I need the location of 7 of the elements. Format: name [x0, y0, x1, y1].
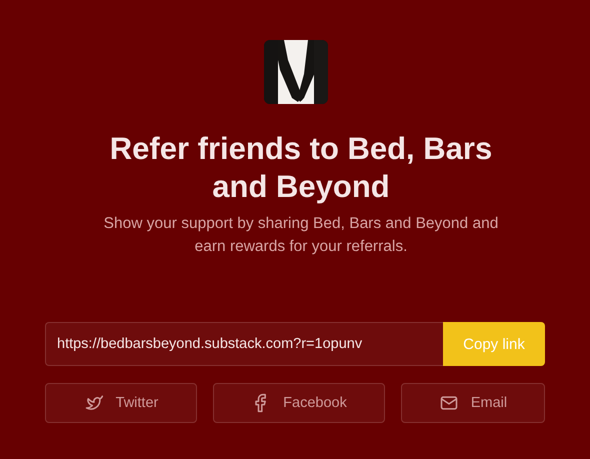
share-button[interactable]: Twitter — [45, 383, 197, 423]
page-subtitle: Show your support by sharing Bed, Bars and Beyond and earn rewards for your referrals. — [102, 214, 500, 257]
share-button[interactable]: Email — [401, 383, 545, 423]
share-button[interactable]: Facebook — [213, 383, 385, 423]
referral-link-field[interactable]: https://bedbarsbeyond.substack.com?r=1opunv — [45, 322, 443, 366]
page-title: Refer friends to Bed, Bars and Beyond — [108, 130, 494, 206]
bird-icon — [84, 393, 104, 413]
